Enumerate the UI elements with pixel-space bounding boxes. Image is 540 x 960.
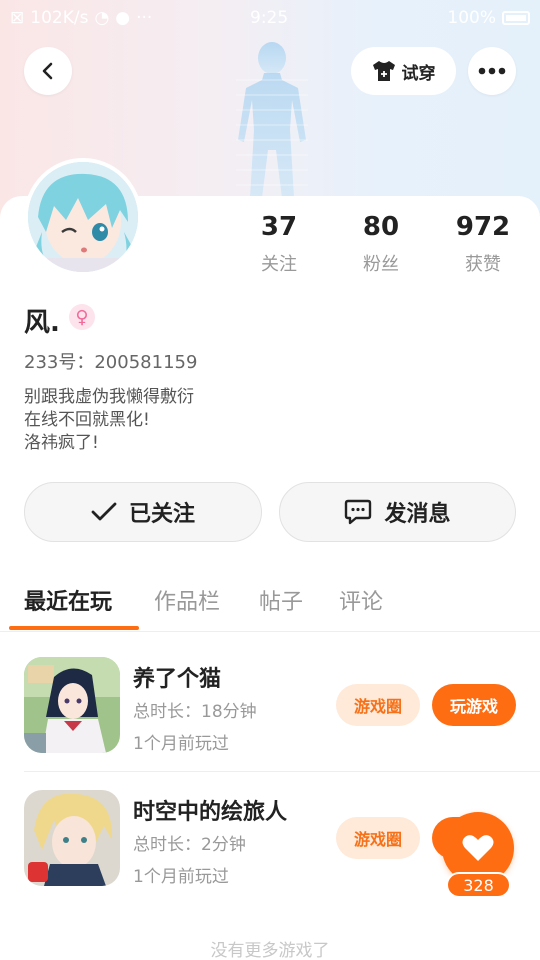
tab-works[interactable]: 作品栏 — [154, 584, 220, 616]
clock: 9:25 — [250, 8, 289, 28]
stat-likes[interactable]: 972 获赞 — [443, 212, 523, 276]
active-tab-indicator — [9, 626, 139, 630]
tab-recently-played[interactable]: 最近在玩 — [24, 584, 112, 616]
user-id: 233号：200581159 — [24, 352, 198, 373]
profile-name: 风. — [24, 308, 60, 338]
chevron-left-icon — [42, 62, 53, 80]
network-speed: 102K/s — [30, 8, 89, 28]
more-notifications-icon: ··· — [136, 8, 153, 28]
play-game-button[interactable]: 玩游戏 — [432, 684, 516, 726]
stat-value: 972 — [455, 212, 511, 242]
avatar-figure-silhouette — [236, 42, 308, 198]
stat-label: 粉丝 — [363, 254, 399, 275]
game-circle-button[interactable]: 游戏圈 — [336, 817, 420, 859]
bio-line: 洛祎疯了! — [24, 433, 99, 453]
stat-label: 关注 — [261, 254, 297, 275]
alarm-icon: ● — [115, 8, 131, 28]
avatar[interactable] — [24, 158, 142, 276]
battery-level: 100% — [447, 8, 496, 28]
chat-bubble-icon — [345, 499, 372, 525]
notification-icon: ⊠ — [10, 8, 25, 28]
tryon-button[interactable]: 试穿 — [351, 47, 456, 95]
stat-value: 80 — [362, 212, 400, 242]
wifi-icon: ◔ — [94, 8, 110, 28]
followed-button[interactable]: 已关注 — [24, 482, 262, 542]
send-message-button[interactable]: 发消息 — [279, 482, 516, 542]
game-icon — [24, 657, 120, 753]
bio-line: 别跟我虚伪我懒得敷衍 — [24, 387, 194, 407]
profile-bio: 别跟我虚伪我懒得敷衍 在线不回就黑化! 洛祎疯了! — [24, 386, 194, 455]
tshirt-icon — [372, 61, 395, 81]
list-divider — [24, 771, 540, 772]
game-icon — [24, 790, 120, 886]
checkmark-icon — [91, 502, 117, 521]
back-button[interactable] — [24, 47, 72, 95]
game-last-played: 1个月前玩过 — [133, 867, 229, 887]
game-list-item[interactable]: 养了个猫 总时长：18分钟 1个月前玩过 游戏圈 玩游戏 — [0, 657, 540, 787]
no-more-games-text: 没有更多游戏了 — [210, 941, 330, 960]
game-circle-button[interactable]: 游戏圈 — [336, 684, 420, 726]
game-title: 养了个猫 — [133, 667, 222, 692]
game-duration: 总时长：2分钟 — [133, 835, 246, 855]
followed-label: 已关注 — [128, 502, 195, 527]
game-last-played: 1个月前玩过 — [133, 734, 229, 754]
tryon-label: 试穿 — [401, 63, 436, 84]
game-title: 时空中的绘旅人 — [133, 800, 288, 825]
status-bar: ⊠ 102K/s ◔ ● ··· 9:25 100% — [0, 0, 540, 36]
female-gender-icon: ♀ — [69, 304, 95, 330]
heart-icon — [462, 835, 494, 861]
stat-value: 37 — [260, 212, 298, 242]
profile-tabs: 最近在玩 作品栏 帖子 评论 — [0, 580, 540, 632]
send-message-label: 发消息 — [384, 502, 451, 527]
more-options-button[interactable] — [468, 47, 516, 95]
avatar-illustration — [28, 162, 138, 272]
stat-following[interactable]: 37 关注 — [239, 212, 319, 276]
stat-followers[interactable]: 80 粉丝 — [341, 212, 421, 276]
more-dots-icon — [478, 67, 506, 75]
tab-comments[interactable]: 评论 — [339, 584, 383, 616]
tab-posts[interactable]: 帖子 — [259, 584, 303, 616]
game-duration: 总时长：18分钟 — [133, 702, 257, 722]
like-count-badge: 328 — [446, 872, 511, 898]
stat-label: 获赞 — [465, 254, 501, 275]
battery-icon — [502, 11, 530, 25]
bio-line: 在线不回就黑化! — [24, 410, 150, 430]
